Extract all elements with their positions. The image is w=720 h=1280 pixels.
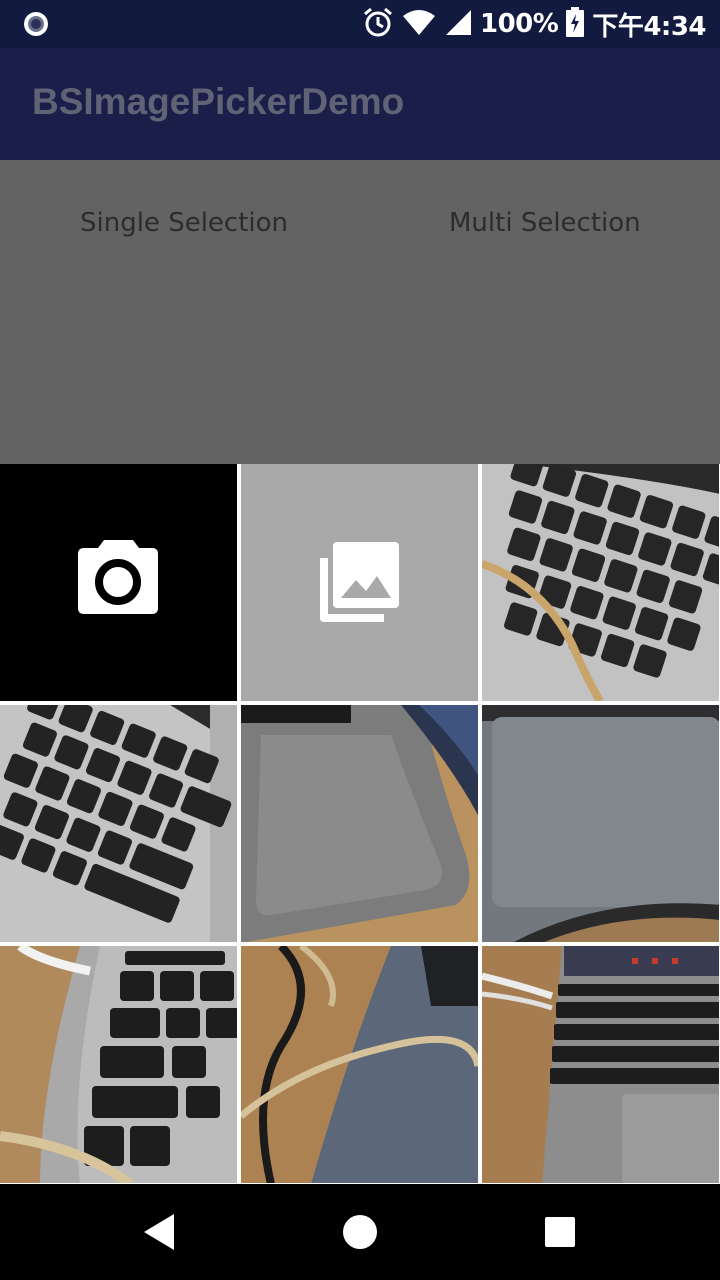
photo-thumbnail[interactable] xyxy=(482,946,719,1183)
camera-icon xyxy=(78,540,158,614)
back-icon[interactable] xyxy=(136,1208,184,1256)
photo-thumbnail[interactable] xyxy=(482,705,719,942)
battery-charging-icon xyxy=(566,7,585,41)
multi-selection-button[interactable]: Multi Selection xyxy=(449,208,641,238)
gallery-icon xyxy=(320,542,399,622)
photo-thumbnail[interactable] xyxy=(241,705,478,942)
battery-percent: 100% xyxy=(480,9,559,39)
gallery-tile[interactable] xyxy=(241,464,478,701)
camera-tile[interactable] xyxy=(0,464,237,701)
photo-thumbnail[interactable] xyxy=(0,946,237,1183)
clock: 下午4:34 xyxy=(592,11,706,42)
status-icons: 100% 下午4:34 xyxy=(362,0,706,48)
record-icon xyxy=(22,10,50,38)
app-toolbar: BSImagePickerDemo xyxy=(0,48,720,160)
app-title: BSImagePickerDemo xyxy=(32,81,405,122)
status-bar: 100% 下午4:34 xyxy=(0,0,720,48)
recents-icon[interactable] xyxy=(536,1208,584,1256)
main-content: Single Selection Multi Selection xyxy=(0,160,720,464)
single-selection-button[interactable]: Single Selection xyxy=(80,208,288,238)
alarm-icon xyxy=(362,6,394,42)
photo-thumbnail[interactable] xyxy=(482,464,719,701)
navigation-bar xyxy=(0,1184,720,1280)
image-picker-grid xyxy=(0,464,720,1184)
photo-thumbnail[interactable] xyxy=(241,946,478,1183)
signal-icon xyxy=(444,8,472,40)
photo-thumbnail[interactable] xyxy=(0,705,237,942)
wifi-icon xyxy=(402,8,436,40)
home-icon[interactable] xyxy=(336,1208,384,1256)
